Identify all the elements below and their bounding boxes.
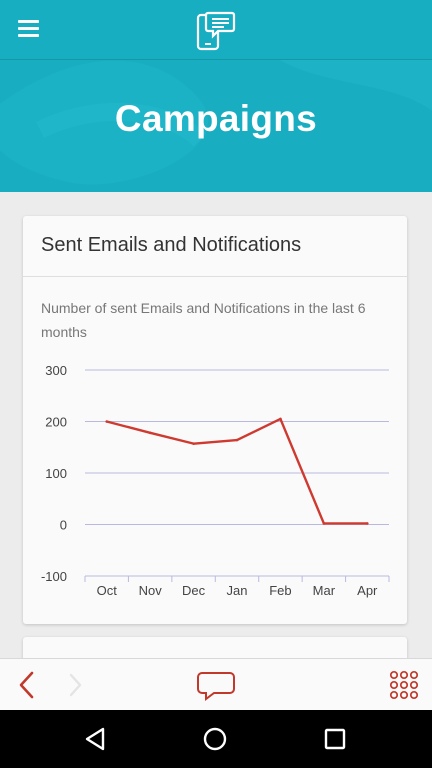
x-tick-label: Dec [182,583,206,598]
x-tick-label: Jan [227,583,248,598]
square-recents-icon[interactable] [318,722,352,756]
grid-dots-icon[interactable] [384,659,424,711]
x-tick-label: Mar [313,583,336,598]
data-point [322,522,326,525]
card-title: Sent Emails and Notifications [41,234,302,256]
y-tick-label: 300 [45,363,67,378]
series-line [106,417,368,525]
app-screen: Campaigns Sent Emails and Notifications … [0,0,432,768]
y-tick-label: 200 [45,415,67,430]
speech-bubble-icon[interactable] [192,659,240,711]
hero-banner: Campaigns [0,60,432,192]
card-divider [23,276,407,277]
system-nav-bar [0,710,432,768]
bottom-toolbar [0,658,432,710]
x-tick-label: Oct [97,583,118,598]
data-point [105,420,109,423]
y-tick-label: 0 [60,518,67,533]
data-point [192,442,195,445]
data-point [148,431,152,435]
chevron-left-icon[interactable] [8,659,48,711]
x-tick-label: Nov [139,583,163,598]
y-tick-label: -100 [41,569,67,584]
data-point [279,417,282,421]
app-bar [0,0,432,60]
y-tick-label: 100 [45,466,67,481]
chevron-right-icon[interactable] [56,659,96,711]
triangle-back-icon[interactable] [78,722,112,756]
phone-chat-logo-icon [196,11,236,51]
circle-home-icon[interactable] [198,722,232,756]
page-title: Campaigns [114,98,318,139]
x-tick-label: Feb [269,583,291,598]
stats-card: Sent Emails and Notifications Number of … [23,216,407,624]
x-tick-label: Apr [357,583,378,598]
data-point [235,438,239,442]
card-description: Number of sent Emails and Notifications … [41,300,366,340]
data-point [365,522,369,525]
line-chart: 300 200 100 0 -100 Oct Nov Dec Jan Feb Mar Apr [41,363,390,598]
hamburger-menu-icon[interactable] [14,16,44,44]
